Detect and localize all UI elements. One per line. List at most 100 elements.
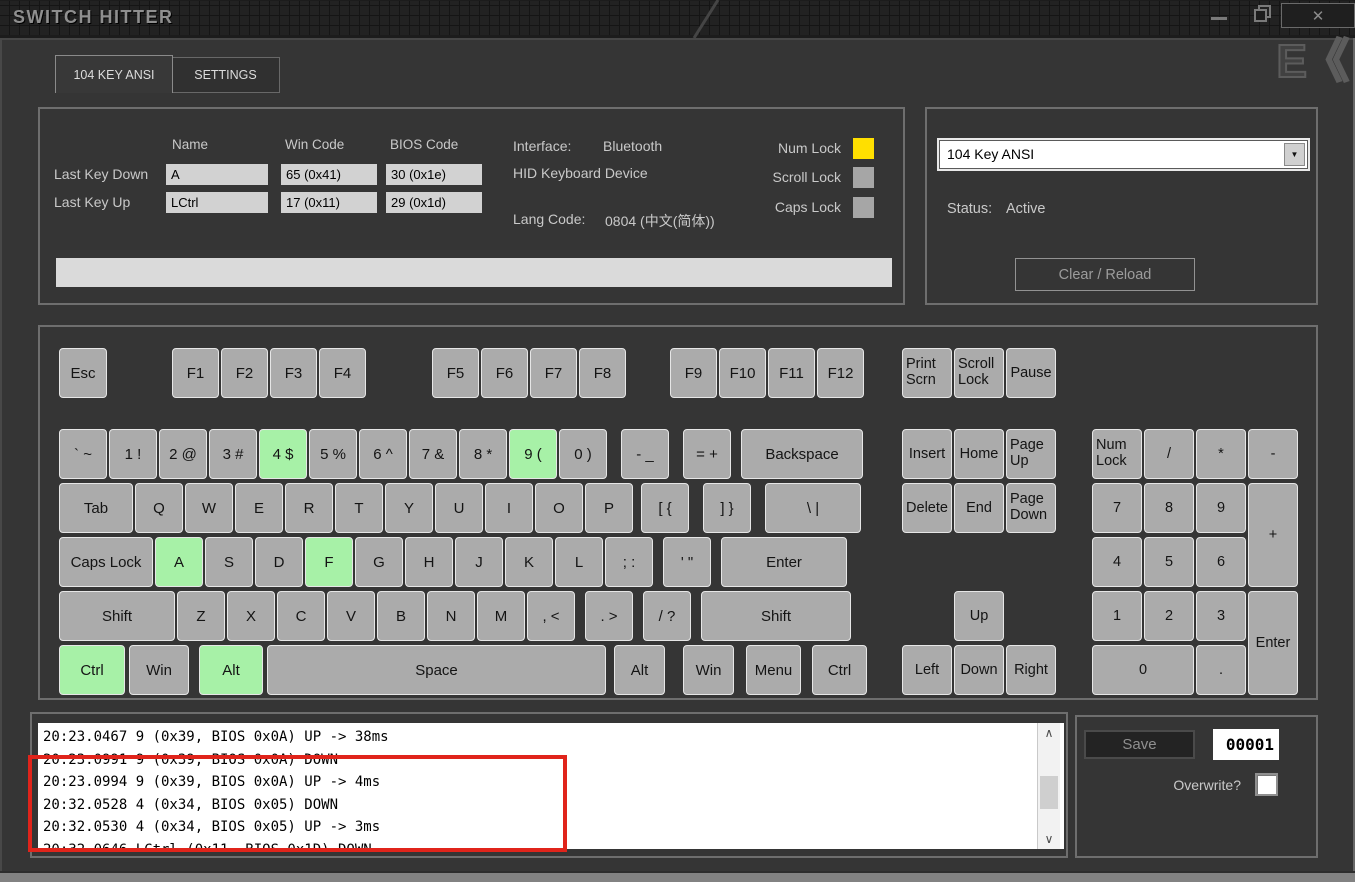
key-page-up[interactable]: Page Up	[1006, 429, 1056, 479]
key-j[interactable]: J	[455, 537, 503, 587]
key-1[interactable]: 1	[1092, 591, 1142, 641]
key-1[interactable]: 1 !	[109, 429, 157, 479]
key-quote[interactable]: ' "	[663, 537, 711, 587]
key-insert[interactable]: Insert	[902, 429, 952, 479]
scroll-down-icon[interactable]: ∨	[1038, 832, 1060, 846]
key-enter[interactable]: Enter	[1248, 591, 1298, 695]
key-g[interactable]: G	[355, 537, 403, 587]
key-4[interactable]: 4 $	[259, 429, 307, 479]
key-f1[interactable]: F1	[172, 348, 219, 398]
key-5[interactable]: 5 %	[309, 429, 357, 479]
clear-reload-button[interactable]: Clear / Reload	[1015, 258, 1195, 291]
key-7[interactable]: 7	[1092, 483, 1142, 533]
key-f5[interactable]: F5	[432, 348, 479, 398]
key-c[interactable]: C	[277, 591, 325, 641]
key-f2[interactable]: F2	[221, 348, 268, 398]
tab-settings[interactable]: SETTINGS	[171, 57, 280, 93]
key-page-down[interactable]: Page Down	[1006, 483, 1056, 533]
key-alt[interactable]: Alt	[614, 645, 665, 695]
log-area[interactable]: 20:23.0467 9 (0x39, BIOS 0x0A) UP -> 38m…	[38, 723, 1064, 849]
key-scroll-lock[interactable]: Scroll Lock	[954, 348, 1004, 398]
key-f9[interactable]: F9	[670, 348, 717, 398]
key-m[interactable]: M	[477, 591, 525, 641]
key-backtick-tilde[interactable]: ` ~	[59, 429, 107, 479]
key-k[interactable]: K	[505, 537, 553, 587]
key-ctrl[interactable]: Ctrl	[812, 645, 867, 695]
key-u[interactable]: U	[435, 483, 483, 533]
key-minus-underscore[interactable]: - _	[621, 429, 669, 479]
key-numpad-decimal[interactable]: .	[1196, 645, 1246, 695]
key-f12[interactable]: F12	[817, 348, 864, 398]
save-counter-field[interactable]: 00001	[1213, 729, 1279, 760]
key-r[interactable]: R	[285, 483, 333, 533]
key-b[interactable]: B	[377, 591, 425, 641]
key-x[interactable]: X	[227, 591, 275, 641]
key-3[interactable]: 3 #	[209, 429, 257, 479]
key-tab[interactable]: Tab	[59, 483, 133, 533]
key-bracket-close[interactable]: ] }	[703, 483, 751, 533]
key-numpad-asterisk[interactable]: *	[1196, 429, 1246, 479]
key-home[interactable]: Home	[954, 429, 1004, 479]
key-4[interactable]: 4	[1092, 537, 1142, 587]
key-q[interactable]: Q	[135, 483, 183, 533]
tab-104-key-ansi[interactable]: 104 KEY ANSI	[55, 55, 173, 93]
key-numpad-slash[interactable]: /	[1144, 429, 1194, 479]
save-button[interactable]: Save	[1084, 730, 1195, 759]
key-8[interactable]: 8	[1144, 483, 1194, 533]
scroll-up-icon[interactable]: ∧	[1038, 726, 1060, 740]
key-shift[interactable]: Shift	[59, 591, 175, 641]
layout-dropdown[interactable]: 104 Key ANSI ▼	[939, 140, 1308, 169]
key-f10[interactable]: F10	[719, 348, 766, 398]
key-7[interactable]: 7 &	[409, 429, 457, 479]
close-button[interactable]: ✕	[1281, 3, 1355, 28]
key-space[interactable]: Space	[267, 645, 606, 695]
key-o[interactable]: O	[535, 483, 583, 533]
key-3[interactable]: 3	[1196, 591, 1246, 641]
key-8[interactable]: 8 *	[459, 429, 507, 479]
key-semicolon-colon[interactable]: ; :	[605, 537, 653, 587]
key-2[interactable]: 2 @	[159, 429, 207, 479]
key-h[interactable]: H	[405, 537, 453, 587]
key-p[interactable]: P	[585, 483, 633, 533]
key-comma[interactable]: , <	[527, 591, 575, 641]
key-l[interactable]: L	[555, 537, 603, 587]
chevron-down-icon[interactable]: ▼	[1284, 143, 1305, 166]
key-s[interactable]: S	[205, 537, 253, 587]
key-f6[interactable]: F6	[481, 348, 528, 398]
key-n[interactable]: N	[427, 591, 475, 641]
key-enter[interactable]: Enter	[721, 537, 847, 587]
key-2[interactable]: 2	[1144, 591, 1194, 641]
key-numpad-plus[interactable]: +	[1248, 483, 1298, 587]
key-equals-plus[interactable]: = +	[683, 429, 731, 479]
overwrite-checkbox[interactable]	[1255, 773, 1278, 796]
key-delete[interactable]: Delete	[902, 483, 952, 533]
typing-test-field[interactable]	[56, 258, 892, 287]
key-esc[interactable]: Esc	[59, 348, 107, 398]
key-9[interactable]: 9	[1196, 483, 1246, 533]
key-pause[interactable]: Pause	[1006, 348, 1056, 398]
key-f3[interactable]: F3	[270, 348, 317, 398]
key-alt[interactable]: Alt	[199, 645, 263, 695]
key-f[interactable]: F	[305, 537, 353, 587]
key-0[interactable]: 0 )	[559, 429, 607, 479]
key-9[interactable]: 9 (	[509, 429, 557, 479]
minimize-button[interactable]	[1198, 3, 1240, 26]
key-f8[interactable]: F8	[579, 348, 626, 398]
key-print-scrn[interactable]: Print Scrn	[902, 348, 952, 398]
key-w[interactable]: W	[185, 483, 233, 533]
key-down[interactable]: Down	[954, 645, 1004, 695]
key-backslash-pipe[interactable]: \ |	[765, 483, 861, 533]
key-end[interactable]: End	[954, 483, 1004, 533]
key-win[interactable]: Win	[129, 645, 189, 695]
key-5[interactable]: 5	[1144, 537, 1194, 587]
key-shift[interactable]: Shift	[701, 591, 851, 641]
key-f11[interactable]: F11	[768, 348, 815, 398]
key-win[interactable]: Win	[683, 645, 734, 695]
key-ctrl[interactable]: Ctrl	[59, 645, 125, 695]
log-scrollbar[interactable]: ∧ ∨	[1037, 723, 1060, 849]
key-f4[interactable]: F4	[319, 348, 366, 398]
key-caps-lock[interactable]: Caps Lock	[59, 537, 153, 587]
key-6[interactable]: 6 ^	[359, 429, 407, 479]
key-bracket-open[interactable]: [ {	[641, 483, 689, 533]
key-left[interactable]: Left	[902, 645, 952, 695]
